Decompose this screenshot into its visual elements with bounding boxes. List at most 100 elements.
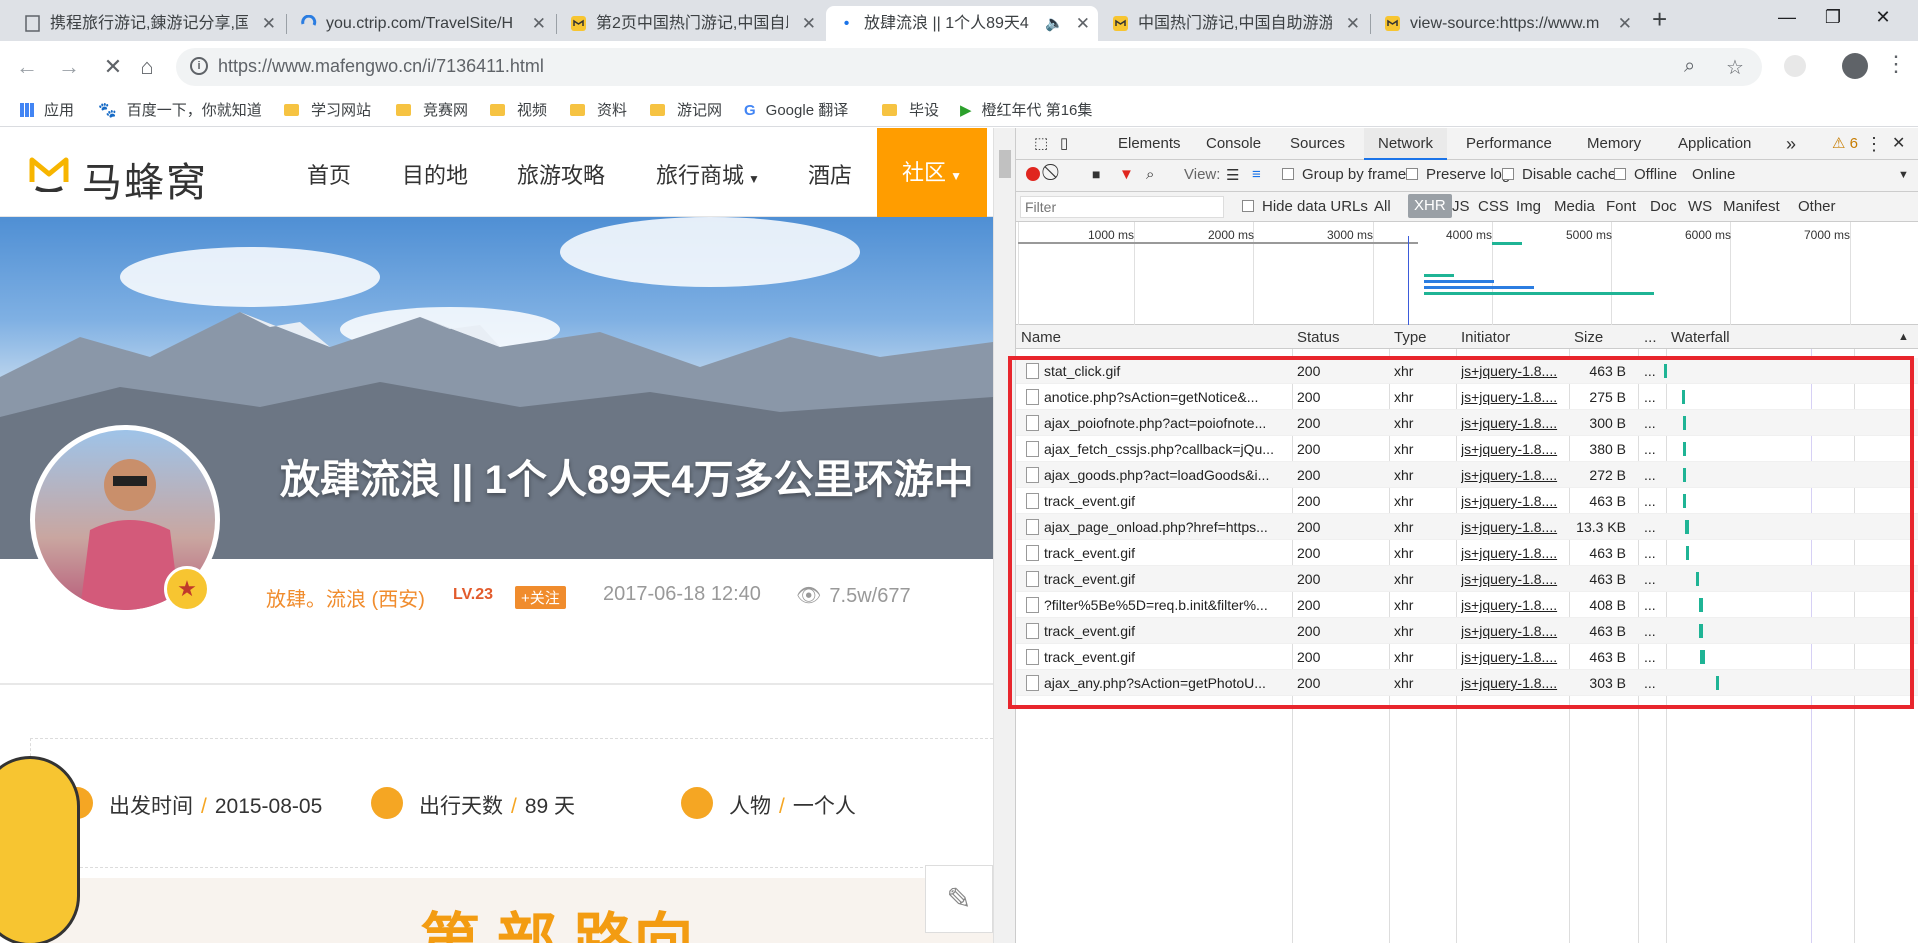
filter-media[interactable]: Media [1554,198,1595,215]
devtools-menu-icon[interactable]: ⋮ [1865,128,1883,160]
capture-screenshots-icon[interactable]: ■ [1092,166,1100,182]
forward-button[interactable]: → [54,52,84,82]
column-header-waterfall[interactable]: Waterfall [1671,329,1730,346]
follow-button[interactable]: +关注 [515,586,566,609]
record-icon[interactable] [1026,167,1040,181]
request-initiator[interactable]: js+jquery-1.8.... [1461,623,1566,639]
request-row[interactable]: track_event.gif 200 xhr js+jquery-1.8.... 46… [1016,644,1918,670]
devtools-close-icon[interactable]: ✕ [1892,128,1905,160]
page-scrollbar[interactable] [993,128,1015,943]
bookmark-star-icon[interactable]: ☆ [1726,55,1744,80]
warnings-badge[interactable]: ⚠ 6 [1832,128,1858,160]
scrollbar-thumb[interactable] [999,150,1011,178]
request-row[interactable]: ajax_page_onload.php?href=https... 200 xhr… [1016,514,1918,540]
more-tabs-icon[interactable]: » [1786,128,1796,160]
filter-input[interactable] [1020,196,1224,218]
tab-sources[interactable]: Sources [1278,128,1357,160]
bookmark-folder[interactable]: 资料 [570,99,627,120]
bookmark-folder[interactable]: 竞赛网 [396,99,468,120]
url-text[interactable]: https://www.mafengwo.cn/i/7136411.html [218,56,544,77]
author-name[interactable]: 放肆。流浪 (西安) [266,583,425,612]
search-icon[interactable]: ⌕ [1146,166,1154,183]
nav-guides[interactable]: 旅游攻略 [517,158,605,190]
request-row[interactable]: track_event.gif 200 xhr js+jquery-1.8.... 46… [1016,488,1918,514]
request-row[interactable]: ajax_fetch_cssjs.php?callback=jQu... 200 x… [1016,436,1918,462]
address-bar[interactable]: i https://www.mafengwo.cn/i/7136411.html… [176,48,1762,86]
waterfall-view-icon[interactable]: ≡ [1252,166,1261,183]
tab-performance[interactable]: Performance [1454,128,1564,160]
bookmark-video[interactable]: ▶ 橙红年代 第16集 [960,99,1092,120]
request-initiator[interactable]: js+jquery-1.8.... [1461,597,1566,613]
bookmark-folder[interactable]: 学习网站 [284,99,371,120]
request-initiator[interactable]: js+jquery-1.8.... [1461,415,1566,431]
edit-pencil-icon[interactable]: ✎ [925,865,993,933]
request-initiator[interactable]: js+jquery-1.8.... [1461,467,1566,483]
tab-elements[interactable]: Elements [1106,128,1193,160]
request-row[interactable]: ?filter%5Be%5D=req.b.init&filter%... 200 x… [1016,592,1918,618]
browser-tab-active[interactable]: • 放肆流浪 || 1个人89天4 🔈 ✕ [826,6,1098,41]
bookmark-folder[interactable]: 毕设 [882,99,939,120]
request-row[interactable]: track_event.gif 200 xhr js+jquery-1.8.... 46… [1016,618,1918,644]
nav-community[interactable]: 社区 ▼ [877,128,987,217]
filter-css[interactable]: CSS [1478,198,1509,215]
offline-checkbox[interactable]: Offline [1614,166,1677,183]
throttling-dropdown-icon[interactable]: ▼ [1898,169,1909,181]
maximize-button[interactable]: ❐ [1810,0,1856,34]
inspect-element-icon[interactable]: ⬚ [1034,128,1048,160]
group-by-frame-checkbox[interactable]: Group by frame [1282,166,1406,183]
window-close-button[interactable]: ✕ [1860,0,1906,34]
close-icon[interactable]: ✕ [532,6,546,41]
request-initiator[interactable]: js+jquery-1.8.... [1461,363,1566,379]
column-header-name[interactable]: Name [1021,329,1061,346]
close-icon[interactable]: ✕ [262,6,276,41]
zoom-icon[interactable]: ⌕ [1684,55,1695,78]
request-row[interactable]: stat_click.gif 200 xhr js+jquery-1.8.... 463… [1016,358,1918,384]
tab-console[interactable]: Console [1194,128,1273,160]
request-initiator[interactable]: js+jquery-1.8.... [1461,649,1566,665]
filter-doc[interactable]: Doc [1650,198,1677,215]
filter-ws[interactable]: WS [1688,198,1712,215]
request-row[interactable]: track_event.gif 200 xhr js+jquery-1.8.... 46… [1016,566,1918,592]
filter-js[interactable]: JS [1452,198,1470,215]
browser-tab[interactable]: you.ctrip.com/TravelSite/H ✕ [288,6,554,41]
column-header-initiator[interactable]: Initiator [1461,329,1510,346]
request-row[interactable]: track_event.gif 200 xhr js+jquery-1.8.... 46… [1016,540,1918,566]
close-icon[interactable]: ✕ [802,6,816,41]
back-button[interactable]: ← [12,52,42,82]
bookmark-google-translate[interactable]: G Google 翻译 [744,99,848,120]
close-icon[interactable]: ✕ [1618,6,1632,41]
request-initiator[interactable]: js+jquery-1.8.... [1461,493,1566,509]
filter-xhr[interactable]: XHR [1408,194,1452,218]
request-row[interactable]: anotice.php?sAction=getNotice&... 200 xhr j… [1016,384,1918,410]
filter-all[interactable]: All [1374,198,1391,215]
request-initiator[interactable]: js+jquery-1.8.... [1461,519,1566,535]
minimize-button[interactable]: — [1764,0,1810,34]
request-initiator[interactable]: js+jquery-1.8.... [1461,545,1566,561]
profile-avatar-icon[interactable] [1842,53,1868,79]
nav-home[interactable]: 首页 [307,158,351,190]
hide-data-urls-checkbox[interactable]: Hide data URLs [1242,198,1368,215]
filter-font[interactable]: Font [1606,198,1636,215]
nav-hotel[interactable]: 酒店 [808,158,852,190]
bookmark-baidu[interactable]: 🐾 百度一下，你就知道 [98,99,262,120]
close-icon[interactable]: ✕ [1346,6,1360,41]
column-header-more[interactable]: ... [1644,329,1657,346]
filter-other[interactable]: Other [1798,198,1836,215]
device-toolbar-icon[interactable]: ▯ [1060,128,1068,160]
browser-tab[interactable]: 携程旅行游记,錬游记分享,国 ✕ [12,6,284,41]
throttling-select[interactable]: Online [1692,166,1735,183]
stop-button[interactable]: ✕ [98,52,128,82]
browser-tab[interactable]: view-source:https://www.m ✕ [1372,6,1640,41]
close-icon[interactable]: ✕ [1076,6,1090,41]
new-tab-button[interactable]: + [1652,4,1667,35]
request-initiator[interactable]: js+jquery-1.8.... [1461,441,1566,457]
column-header-size[interactable]: Size [1574,329,1603,346]
sort-ascending-icon[interactable]: ▲ [1898,331,1909,343]
home-button[interactable]: ⌂ [132,52,162,82]
filter-manifest[interactable]: Manifest [1723,198,1780,215]
filter-funnel-icon[interactable]: ▼ [1119,166,1134,183]
request-initiator[interactable]: js+jquery-1.8.... [1461,389,1566,405]
menu-kebab-icon[interactable]: ⋮ [1885,51,1907,77]
bookmark-apps[interactable]: 应用 [20,99,74,120]
browser-tab[interactable]: 中国热门游记,中国自助游游 ✕ [1100,6,1368,41]
